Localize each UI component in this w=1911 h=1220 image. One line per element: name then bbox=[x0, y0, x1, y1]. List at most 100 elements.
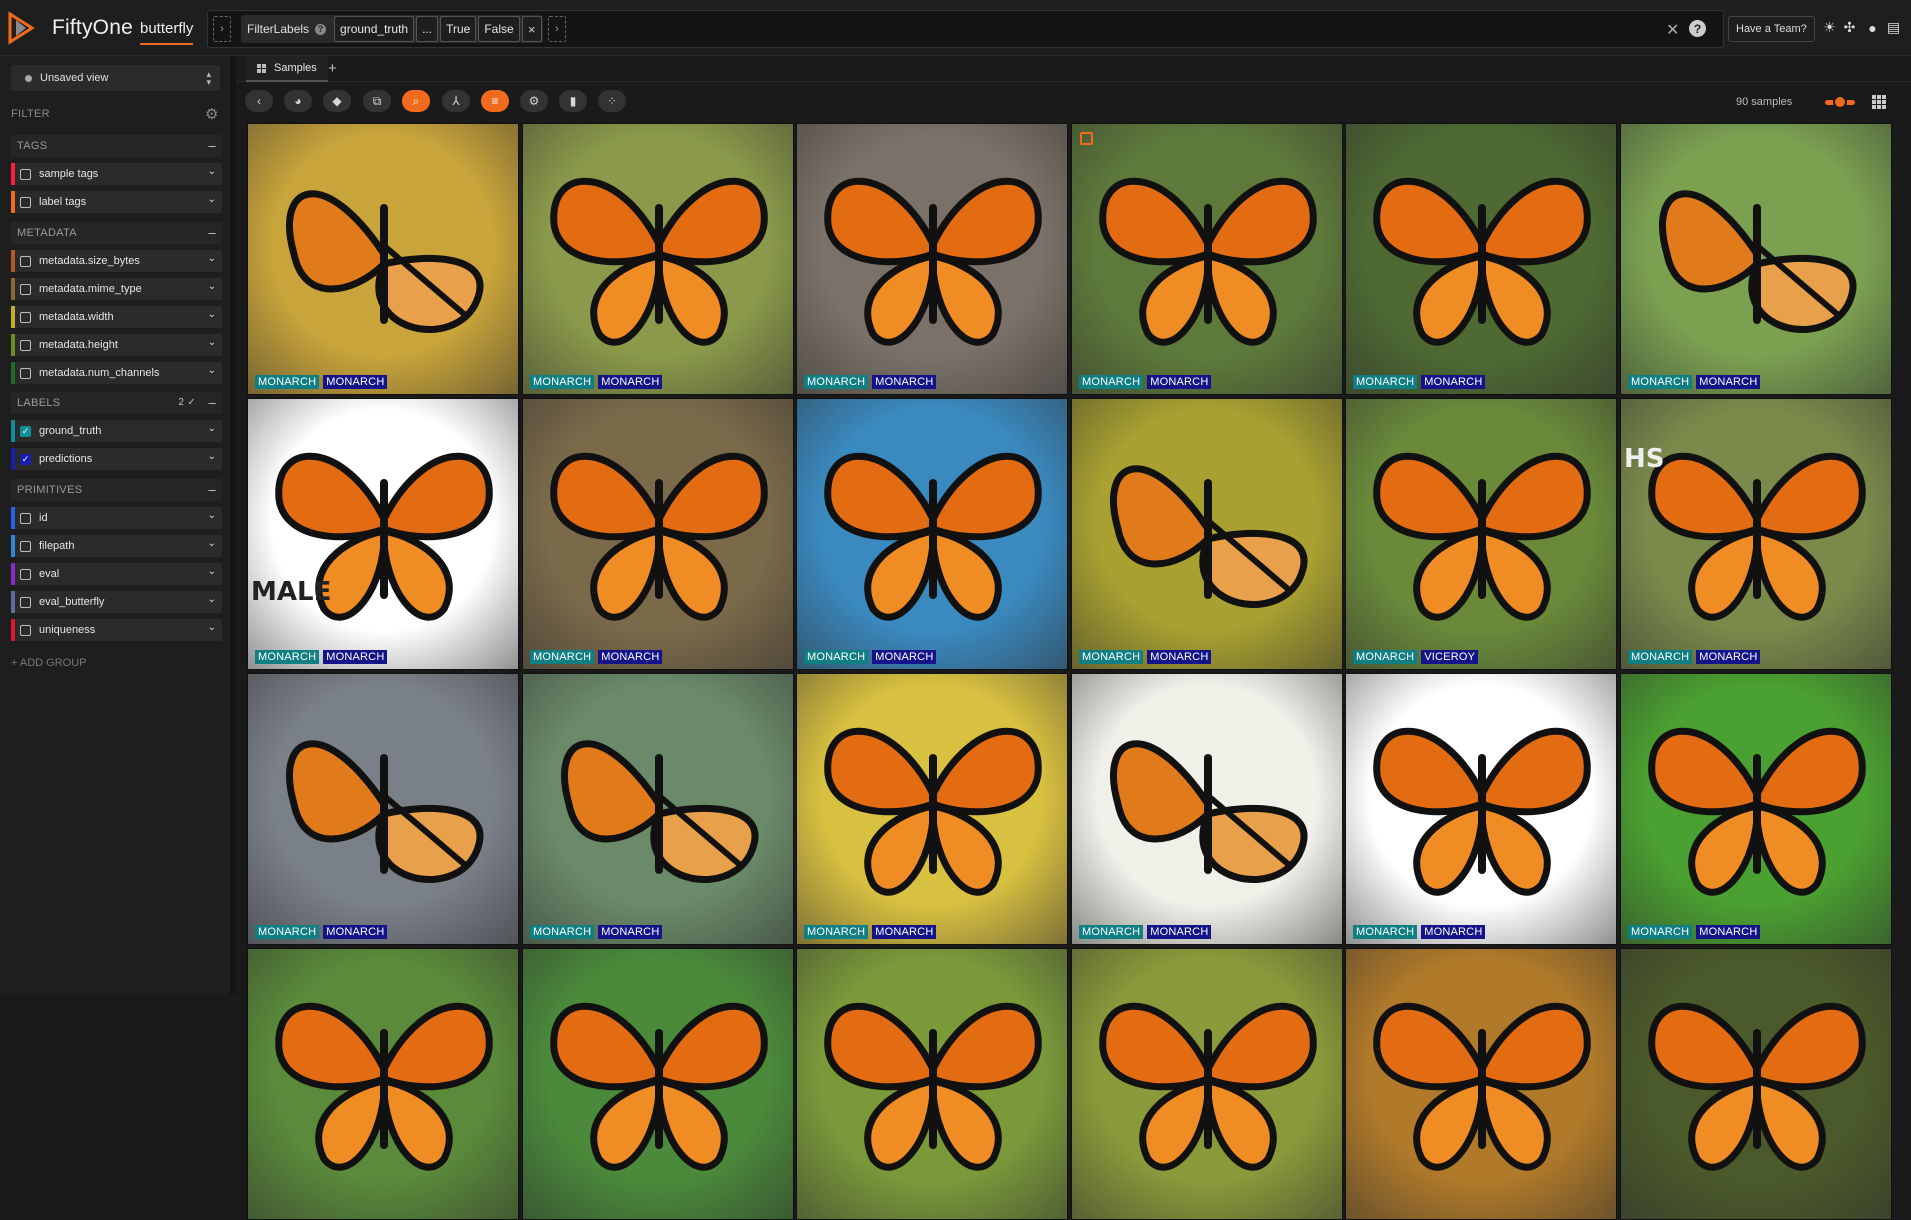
sidebar-field-row[interactable]: eval ⌄ bbox=[11, 563, 222, 585]
dataset-selector[interactable]: butterfly bbox=[140, 20, 194, 45]
sidebar-field-row[interactable]: ✓ ground_truth ⌄ bbox=[11, 420, 222, 442]
add-panel-icon[interactable]: + bbox=[328, 60, 337, 77]
sidebar-resize-handle[interactable] bbox=[230, 56, 236, 994]
sidebar-field-row[interactable]: metadata.mime_type ⌄ bbox=[11, 278, 222, 300]
field-checkbox[interactable] bbox=[20, 196, 31, 208]
field-checkbox[interactable] bbox=[20, 168, 31, 180]
sample-tile[interactable]: HS MONARCH MONARCH bbox=[1620, 398, 1892, 670]
sidebar-field-row[interactable]: metadata.height ⌄ bbox=[11, 334, 222, 356]
sample-tile[interactable] bbox=[1620, 948, 1892, 1220]
chevron-down-icon[interactable]: ⌄ bbox=[208, 622, 216, 633]
sample-tile[interactable]: MONARCH MONARCH bbox=[1071, 123, 1343, 395]
sample-tile[interactable]: MONARCH MONARCH bbox=[1620, 673, 1892, 945]
chevron-down-icon[interactable]: ⌄ bbox=[208, 253, 216, 264]
grid-layout-icon[interactable] bbox=[1872, 95, 1886, 109]
view-stage[interactable]: FilterLabels ? ground_truth ... True Fal… bbox=[241, 15, 543, 43]
app-name[interactable]: FiftyOne bbox=[52, 16, 133, 40]
stage-name[interactable]: FilterLabels ? bbox=[241, 15, 332, 43]
group-header-primitives[interactable]: PRIMITIVES – bbox=[11, 479, 222, 501]
chevron-down-icon[interactable]: ⌄ bbox=[208, 309, 216, 320]
field-checkbox[interactable] bbox=[20, 339, 31, 351]
field-checkbox[interactable] bbox=[20, 512, 31, 524]
chevron-down-icon[interactable]: ⌄ bbox=[208, 194, 216, 205]
embeddings-icon[interactable]: ⁘ bbox=[598, 90, 626, 112]
tab-samples[interactable]: Samples bbox=[246, 56, 328, 82]
field-checkbox[interactable] bbox=[20, 367, 31, 379]
sample-tile[interactable]: MONARCH MONARCH bbox=[522, 673, 794, 945]
sidebar-field-row[interactable]: metadata.size_bytes ⌄ bbox=[11, 250, 222, 272]
list-icon[interactable]: ≡ bbox=[481, 90, 509, 112]
have-a-team-button[interactable]: Have a Team? bbox=[1728, 16, 1815, 42]
chevron-down-icon[interactable]: ⌄ bbox=[208, 510, 216, 521]
field-checkbox[interactable] bbox=[20, 311, 31, 323]
back-icon[interactable]: ‹ bbox=[245, 90, 273, 112]
sample-tile[interactable] bbox=[796, 948, 1068, 1220]
sample-tile[interactable] bbox=[522, 948, 794, 1220]
palette-icon[interactable]: ◕ bbox=[284, 90, 312, 112]
zoom-slider-handle[interactable] bbox=[1833, 95, 1847, 109]
field-checkbox[interactable] bbox=[20, 568, 31, 580]
sidebar-field-row[interactable]: metadata.num_channels ⌄ bbox=[11, 362, 222, 384]
chevron-down-icon[interactable]: ⌄ bbox=[208, 451, 216, 462]
sample-tile[interactable]: MONARCH MONARCH bbox=[522, 123, 794, 395]
view-bar[interactable]: › FilterLabels ? ground_truth ... True F… bbox=[207, 10, 1724, 48]
add-group-button[interactable]: + ADD GROUP bbox=[11, 657, 87, 669]
sample-tile[interactable]: MONARCH MONARCH bbox=[1345, 123, 1617, 395]
sample-tile[interactable]: MONARCH MONARCH bbox=[796, 123, 1068, 395]
field-checkbox[interactable] bbox=[20, 255, 31, 267]
field-checkbox[interactable]: ✓ bbox=[20, 425, 31, 437]
collapse-group-icon[interactable]: – bbox=[208, 395, 216, 410]
group-header-metadata[interactable]: METADATA – bbox=[11, 222, 222, 244]
sample-tile[interactable] bbox=[1071, 948, 1343, 1220]
sample-tile[interactable]: MONARCH MONARCH bbox=[796, 398, 1068, 670]
chevron-down-icon[interactable]: ⌄ bbox=[208, 423, 216, 434]
sample-tile[interactable]: MALE MONARCH MONARCH bbox=[247, 398, 519, 670]
chevron-down-icon[interactable]: ⌄ bbox=[208, 365, 216, 376]
slack-icon[interactable]: ✣ bbox=[1841, 19, 1858, 36]
sidebar-settings-gear-icon[interactable]: ⚙ bbox=[205, 105, 218, 123]
sample-tile[interactable] bbox=[247, 948, 519, 1220]
chevron-down-icon[interactable]: ⌄ bbox=[208, 281, 216, 292]
sidebar-field-row[interactable]: label tags ⌄ bbox=[11, 191, 222, 213]
chevron-down-icon[interactable]: ⌄ bbox=[208, 594, 216, 605]
tag-icon[interactable]: ◆ bbox=[323, 90, 351, 112]
sample-tile[interactable]: MONARCH MONARCH bbox=[522, 398, 794, 670]
collapse-group-icon[interactable]: – bbox=[208, 225, 216, 240]
sidebar-field-row[interactable]: metadata.width ⌄ bbox=[11, 306, 222, 328]
stage-param-false[interactable]: False bbox=[478, 16, 520, 42]
sample-tile[interactable]: MONARCH MONARCH bbox=[1071, 398, 1343, 670]
stage-param-true[interactable]: True bbox=[440, 16, 477, 42]
sample-tile[interactable]: MONARCH MONARCH bbox=[247, 123, 519, 395]
sample-tile[interactable]: MONARCH MONARCH bbox=[1620, 123, 1892, 395]
sample-tile[interactable]: MONARCH VICEROY bbox=[1345, 398, 1617, 670]
stage-help-icon[interactable]: ? bbox=[315, 23, 327, 35]
book-icon[interactable]: ▤ bbox=[1885, 19, 1902, 36]
github-icon[interactable]: ● bbox=[1864, 19, 1881, 36]
sample-tile[interactable]: MONARCH MONARCH bbox=[796, 673, 1068, 945]
saved-view-select[interactable]: Unsaved view ▴ ▾ bbox=[11, 65, 220, 91]
stage-param-more[interactable]: ... bbox=[416, 16, 439, 42]
sidebar-field-row[interactable]: sample tags ⌄ bbox=[11, 163, 222, 185]
sidebar-field-row[interactable]: ✓ predictions ⌄ bbox=[11, 448, 222, 470]
group-header-tags[interactable]: TAGS – bbox=[11, 135, 222, 157]
chevron-down-icon[interactable]: ⌄ bbox=[208, 566, 216, 577]
stage-insert-right-icon[interactable]: › bbox=[548, 16, 566, 42]
remove-stage-icon[interactable]: × bbox=[521, 16, 542, 42]
sun-icon[interactable]: ☀ bbox=[1821, 19, 1838, 36]
collapse-group-icon[interactable]: – bbox=[208, 138, 216, 153]
sample-tile[interactable]: MONARCH MONARCH bbox=[1071, 673, 1343, 945]
view-bar-help-icon[interactable]: ? bbox=[1689, 20, 1706, 37]
chevron-down-icon[interactable]: ⌄ bbox=[208, 166, 216, 177]
sidebar-field-row[interactable]: eval_butterfly ⌄ bbox=[11, 591, 222, 613]
select-sample-checkbox[interactable] bbox=[1080, 132, 1093, 145]
search-icon[interactable]: ⌕ bbox=[402, 90, 430, 112]
clear-view-icon[interactable]: ✕ bbox=[1666, 20, 1679, 40]
patches-icon[interactable]: ⧉ bbox=[363, 90, 391, 112]
sample-tile[interactable]: MONARCH MONARCH bbox=[1345, 673, 1617, 945]
field-checkbox[interactable]: ✓ bbox=[20, 453, 31, 465]
sort-icon[interactable]: ⅄ bbox=[442, 90, 470, 112]
field-checkbox[interactable] bbox=[20, 624, 31, 636]
stage-param-field[interactable]: ground_truth bbox=[334, 16, 415, 42]
sidebar-field-row[interactable]: filepath ⌄ bbox=[11, 535, 222, 557]
group-header-labels[interactable]: LABELS 2 ✓ – bbox=[11, 392, 222, 414]
